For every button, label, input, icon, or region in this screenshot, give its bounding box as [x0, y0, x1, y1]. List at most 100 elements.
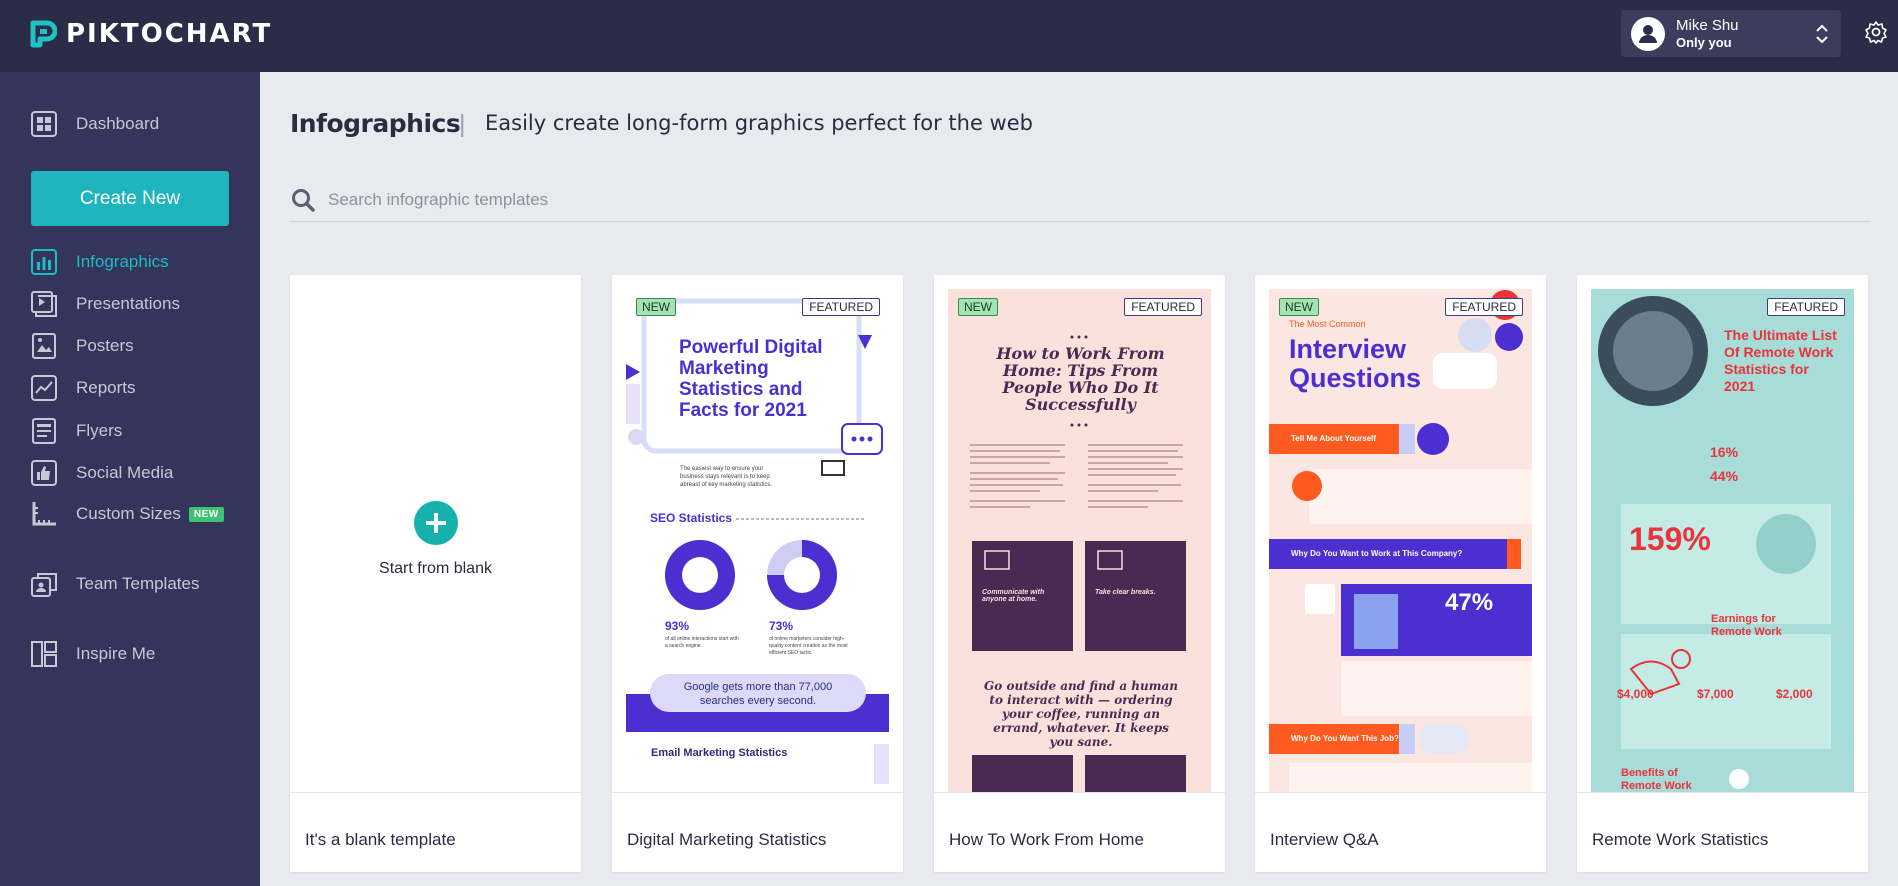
template-card-digital-marketing[interactable]: Powerful Digital Marketing Statistics an…: [612, 275, 903, 872]
brand-logo[interactable]: PIKTOCHART: [29, 19, 272, 49]
thumb-section: SEO Statistics: [650, 511, 733, 525]
featured-badge: FEATURED: [1445, 298, 1523, 316]
poster-icon: [32, 333, 56, 359]
sidebar-item-presentations[interactable]: Presentations: [30, 290, 180, 318]
sidebar-item-label: Flyers: [76, 421, 123, 440]
piktochart-logo-icon: [30, 20, 57, 48]
thumb-callout: Google gets more than 77,000 searches ev…: [683, 681, 833, 707]
plus-icon[interactable]: [414, 501, 458, 545]
card-footer: Interview Q&A: [1255, 792, 1546, 872]
thumb-kicker: The Most Common: [1289, 319, 1366, 329]
gear-icon[interactable]: [1864, 20, 1888, 44]
flyer-icon: [32, 418, 56, 444]
chevron-up-down-icon: [1816, 24, 1828, 44]
sidebar-item-label: Reports: [76, 378, 136, 397]
thumb-q1: Tell Me About Yourself: [1291, 434, 1377, 443]
sidebar-item-label: Custom Sizes: [76, 504, 181, 523]
card-footer: Digital Marketing Statistics: [612, 792, 903, 872]
thumb-headline: The Ultimate List Of Remote Work Statist…: [1724, 327, 1837, 394]
account-switcher[interactable]: Mike Shu Only you: [1621, 10, 1841, 57]
card-title: Digital Marketing Statistics: [627, 830, 827, 849]
sidebar-item-team-templates[interactable]: Team Templates: [30, 570, 199, 598]
thumb-headline: Interview Questions: [1289, 334, 1422, 393]
team-templates-icon: [31, 573, 57, 597]
card-footer: It's a blank template: [290, 792, 581, 872]
thumb-intro: The easiest way to ensure your business …: [680, 466, 773, 488]
card-title: Remote Work Statistics: [1592, 830, 1769, 849]
new-badge: NEW: [1279, 298, 1319, 316]
thumb-s1: 16%: [1710, 444, 1739, 460]
template-thumbnail: The Ultimate List Of Remote Work Statist…: [1591, 289, 1854, 793]
template-thumbnail: The Most Common Interview Questions Tell…: [1269, 289, 1532, 793]
title-separator: |: [459, 110, 466, 138]
sidebar-item-flyers[interactable]: Flyers: [30, 417, 122, 445]
start-from-blank[interactable]: Start from blank: [290, 560, 581, 578]
template-card-interview-qa[interactable]: The Most Common Interview Questions Tell…: [1255, 275, 1546, 872]
search-input[interactable]: [328, 189, 1728, 210]
page-subtitle: Easily create long-form graphics perfect…: [485, 111, 1033, 135]
thumb-v2: $7,000: [1697, 687, 1734, 701]
thumb-stat1: 93%: [665, 619, 690, 633]
sidebar-item-social-media[interactable]: Social Media: [30, 459, 173, 487]
thumb-s2: 44%: [1710, 468, 1739, 484]
sidebar-item-dashboard[interactable]: Dashboard: [30, 110, 159, 138]
inspire-icon: [31, 641, 57, 667]
ruler-icon: [32, 502, 56, 526]
new-badge: NEW: [188, 506, 224, 522]
card-footer: Remote Work Statistics: [1577, 792, 1868, 872]
sidebar-item-label: Presentations: [76, 294, 180, 313]
template-thumbnail: How to Work From Home: Tips From People …: [948, 289, 1211, 793]
search-icon[interactable]: [290, 187, 316, 213]
sidebar-item-inspire-me[interactable]: Inspire Me: [30, 640, 155, 668]
featured-badge: FEATURED: [802, 298, 880, 316]
thumb-tip1: Communicate with anyone at home.: [982, 589, 1045, 603]
sidebar-item-label: Dashboard: [76, 114, 160, 133]
new-badge: NEW: [958, 298, 998, 316]
brand-name: PIKTOCHART: [66, 19, 273, 49]
thumb-earn: Earnings for Remote Work: [1711, 613, 1782, 638]
thumb-headline: Powerful Digital Marketing Statistics an…: [679, 337, 823, 421]
sidebar-item-label: Inspire Me: [76, 644, 156, 663]
user-name: Mike Shu: [1676, 16, 1739, 34]
sidebar-item-posters[interactable]: Posters: [30, 332, 134, 360]
create-new-button[interactable]: Create New: [31, 171, 229, 226]
sidebar-item-custom-sizes[interactable]: Custom Sizes NEW: [30, 500, 224, 528]
sidebar-item-label: Team Templates: [76, 574, 200, 593]
card-title: Interview Q&A: [1270, 830, 1379, 849]
thumb-v3: $2,000: [1776, 687, 1813, 701]
sidebar-item-label: Social Media: [76, 463, 174, 482]
dashboard-icon: [31, 111, 57, 137]
report-icon: [31, 375, 57, 401]
thumb-stat1-text: of all online interactions start with a …: [665, 636, 739, 649]
sidebar-item-label: Infographics: [76, 252, 169, 271]
template-card-remote-work[interactable]: The Ultimate List Of Remote Work Statist…: [1577, 275, 1868, 872]
thumb-headline: How to Work From Home: Tips From People …: [996, 344, 1165, 414]
thumb-big: 159%: [1629, 521, 1711, 557]
sidebar-item-infographics[interactable]: Infographics: [30, 248, 169, 276]
thumb-benefits: Benefits of Remote Work: [1621, 767, 1692, 792]
thumb-stat: 47%: [1445, 589, 1494, 616]
bar-chart-icon: [31, 249, 57, 275]
sidebar-item-label: Posters: [76, 336, 134, 355]
search-bar: [290, 178, 1870, 222]
thumb-section2: Email Marketing Statistics: [651, 747, 788, 759]
card-title: How To Work From Home: [949, 830, 1144, 849]
thumb-q2: Why Do You Want to Work at This Company?: [1291, 549, 1463, 558]
thumb-quote: Go outside and find a human to interact …: [984, 679, 1178, 749]
featured-badge: FEATURED: [1767, 298, 1845, 316]
sidebar-item-reports[interactable]: Reports: [30, 374, 136, 402]
template-card-work-from-home[interactable]: How to Work From Home: Tips From People …: [934, 275, 1225, 872]
top-bar: PIKTOCHART Mike Shu Only you: [0, 0, 1898, 72]
page-title: Infographics: [290, 109, 461, 138]
thumb-stat2-text: of online marketers consider high-qualit…: [769, 636, 848, 656]
sidebar: Dashboard Create New Infographics Presen…: [0, 72, 260, 886]
avatar: [1631, 16, 1665, 51]
template-card-blank[interactable]: Start from blank It's a blank template: [290, 275, 581, 872]
user-icon: [1639, 24, 1657, 43]
template-thumbnail: Powerful Digital Marketing Statistics an…: [626, 289, 889, 793]
new-badge: NEW: [636, 298, 676, 316]
thumb-v1: $4,000: [1617, 687, 1654, 701]
card-title: It's a blank template: [305, 830, 456, 849]
thumbs-up-icon: [31, 460, 57, 486]
thumb-tip2: Take clear breaks.: [1095, 589, 1156, 596]
